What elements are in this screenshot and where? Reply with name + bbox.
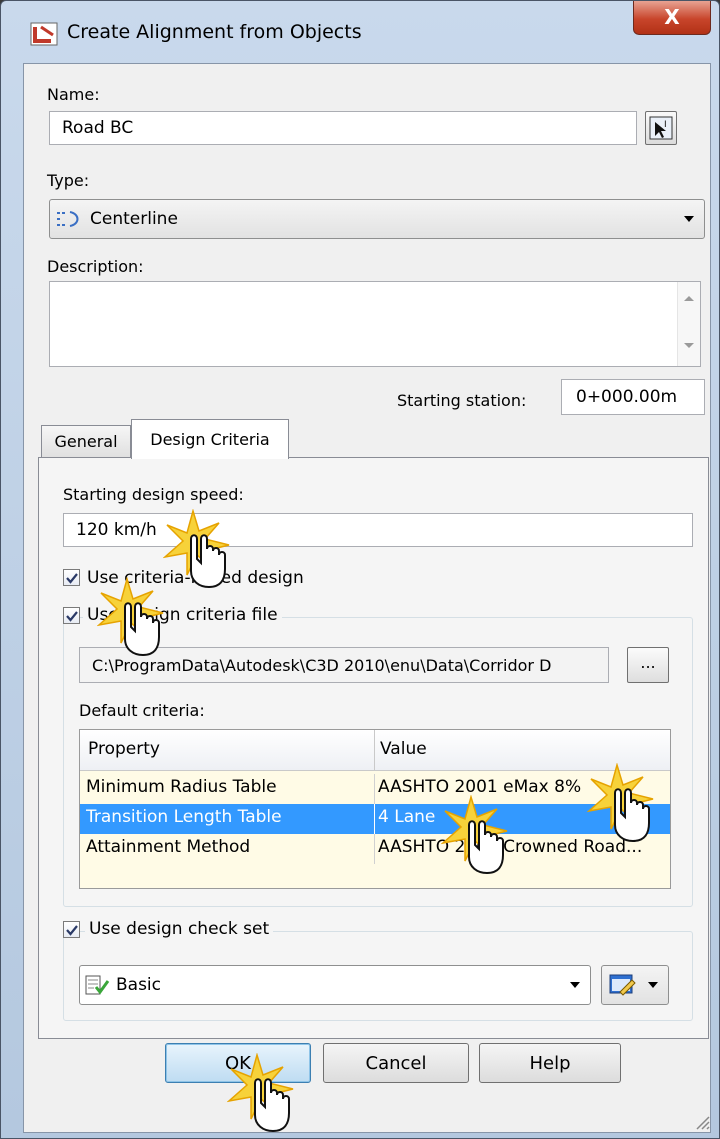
table-row[interactable]: Minimum Radius Table AASHTO 2001 eMax 8% [80, 774, 670, 804]
table-row-selected[interactable]: Transition Length Table 4 Lane [80, 804, 670, 834]
civil3d-app-icon [30, 22, 58, 46]
grid-header: Property Value [80, 730, 670, 771]
check-set-icon [85, 975, 110, 995]
ok-button[interactable]: OK [165, 1043, 311, 1083]
browse-button[interactable]: ... [627, 647, 669, 683]
name-input[interactable]: Road BC [49, 111, 637, 145]
default-criteria-grid: Property Value Minimum Radius Table AASH… [79, 729, 671, 889]
checkmark-icon [66, 611, 78, 622]
design-speed-value: 120 km/h [76, 520, 157, 540]
criteria-based-design-label: Use criteria-based design [87, 568, 304, 588]
help-button-label: Help [529, 1052, 571, 1074]
starting-station-value: 0+000.00m [576, 387, 678, 407]
row-property: Transition Length Table [86, 807, 282, 827]
grid-header-property[interactable]: Property [88, 739, 160, 759]
cancel-button[interactable]: Cancel [323, 1043, 469, 1083]
design-check-set-label: Use design check set [85, 919, 274, 939]
svg-text:I: I [664, 120, 667, 130]
criteria-file-path-field[interactable]: C:\ProgramData\Autodesk\C3D 2010\enu\Dat… [79, 647, 609, 683]
scroll-up-icon[interactable] [684, 296, 694, 301]
ok-button-label: OK [225, 1052, 251, 1074]
description-scrollbar[interactable] [677, 282, 700, 366]
cell-divider [374, 834, 375, 864]
tab-design-criteria[interactable]: Design Criteria [131, 419, 289, 459]
row-value[interactable]: 4 Lane [378, 807, 666, 827]
cell-divider [374, 804, 375, 834]
pick-from-drawing-button[interactable]: I [645, 111, 677, 145]
ellipsis-icon: ... [640, 653, 656, 672]
check-set-value: Basic [116, 975, 162, 995]
design-check-set-checkbox[interactable] [63, 921, 80, 938]
cell-divider [374, 774, 375, 804]
design-criteria-file-checkbox[interactable] [63, 607, 80, 624]
tab-general-label: General [54, 432, 118, 451]
title-bar[interactable]: Create Alignment from Objects X [1, 1, 719, 63]
default-criteria-label: Default criteria: [79, 701, 205, 720]
checkmark-icon [66, 925, 78, 936]
cancel-button-label: Cancel [365, 1052, 427, 1074]
table-row[interactable]: Attainment Method AASHTO 2001 Crowned Ro… [80, 834, 670, 864]
row-value[interactable]: AASHTO 2001 eMax 8% [378, 777, 666, 797]
close-button[interactable]: X [633, 1, 711, 35]
type-dropdown[interactable]: Centerline [49, 199, 705, 239]
type-value: Centerline [90, 209, 178, 229]
grid-header-value[interactable]: Value [380, 739, 427, 759]
tab-general[interactable]: General [41, 425, 131, 457]
close-icon: X [664, 5, 680, 29]
name-value: Road BC [62, 118, 134, 138]
description-label: Description: [47, 257, 144, 276]
centerline-icon [57, 211, 79, 227]
tab-design-criteria-label: Design Criteria [150, 430, 270, 449]
check-set-dropdown[interactable]: Basic [79, 965, 591, 1005]
starting-design-speed-label: Starting design speed: [63, 485, 244, 504]
dialog-title: Create Alignment from Objects [67, 21, 362, 43]
edit-check-set-icon [609, 974, 636, 996]
column-divider[interactable] [374, 730, 375, 770]
name-label: Name: [47, 85, 100, 104]
criteria-based-design-checkbox[interactable] [63, 569, 80, 586]
row-property: Attainment Method [86, 837, 251, 857]
design-speed-input[interactable]: 120 km/h [63, 513, 693, 547]
type-label: Type: [47, 171, 90, 190]
checkmark-icon [66, 573, 78, 584]
chevron-down-icon [648, 982, 658, 988]
row-value[interactable]: AASHTO 2001 Crowned Road... [378, 837, 666, 857]
help-button[interactable]: Help [479, 1043, 621, 1083]
dialog-window: Create Alignment from Objects X Name: Ro… [0, 0, 720, 1139]
edit-check-set-split-button[interactable] [601, 965, 669, 1005]
criteria-file-path: C:\ProgramData\Autodesk\C3D 2010\enu\Dat… [92, 655, 552, 675]
chevron-down-icon [684, 216, 694, 222]
resize-grip-icon[interactable] [693, 1113, 711, 1131]
row-property: Minimum Radius Table [86, 777, 277, 797]
pick-cursor-icon: I [649, 116, 673, 140]
chevron-down-icon [570, 982, 580, 988]
starting-station-input[interactable]: 0+000.00m [561, 379, 705, 415]
description-textarea[interactable] [49, 281, 701, 367]
scroll-down-icon[interactable] [684, 343, 694, 348]
design-criteria-file-label: Use design criteria file [83, 605, 282, 625]
starting-station-label: Starting station: [397, 391, 527, 410]
